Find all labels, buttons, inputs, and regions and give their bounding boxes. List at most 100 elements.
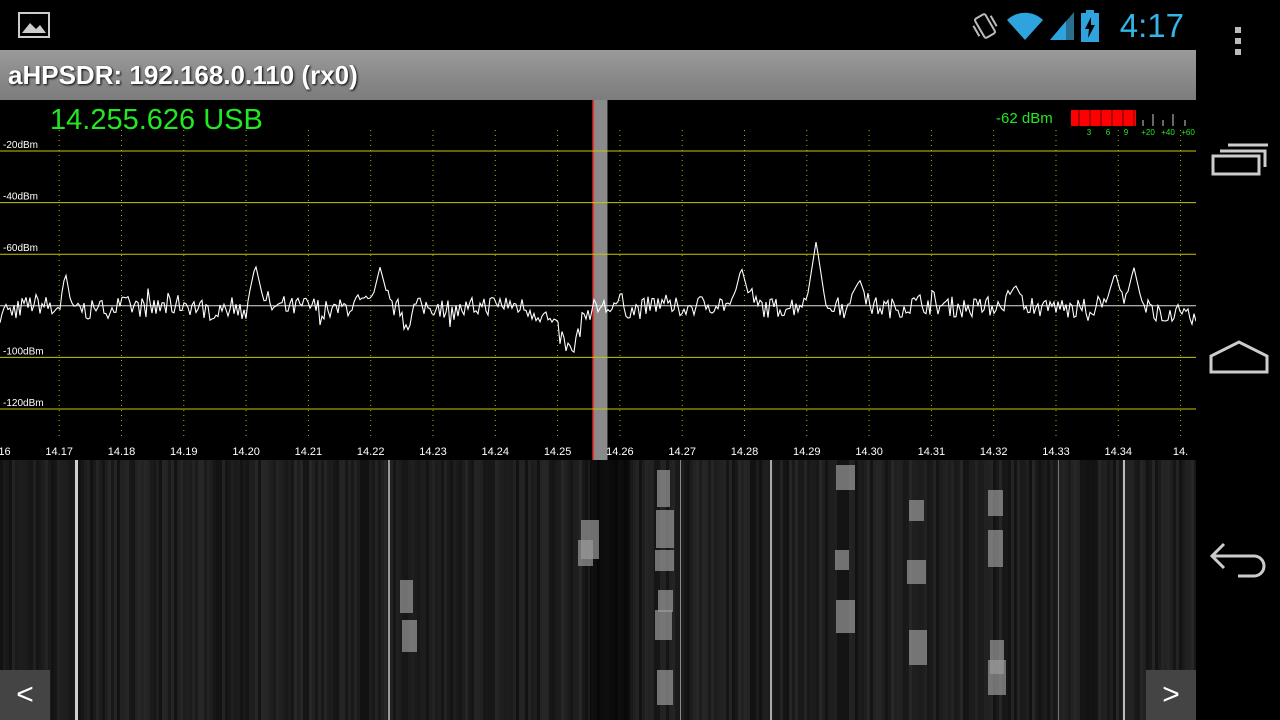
- waterfall-column: [735, 460, 738, 720]
- waterfall-column: [801, 460, 804, 720]
- freq-tick-label: 14.27: [668, 446, 696, 458]
- waterfall-column: [570, 460, 573, 720]
- waterfall-column: [207, 460, 210, 720]
- waterfall-column: [876, 460, 879, 720]
- waterfall-burst: [402, 620, 417, 652]
- waterfall-column: [177, 460, 180, 720]
- waterfall-column: [480, 460, 483, 720]
- waterfall-column: [1077, 460, 1080, 720]
- waterfall-display[interactable]: [0, 460, 1196, 720]
- overflow-menu-icon[interactable]: [1228, 24, 1248, 58]
- waterfall-column: [156, 460, 159, 720]
- waterfall-column: [426, 460, 429, 720]
- waterfall-column: [1041, 460, 1044, 720]
- waterfall-column: [708, 460, 711, 720]
- waterfall-column: [486, 460, 489, 720]
- waterfall-column: [90, 460, 93, 720]
- waterfall-column: [81, 460, 84, 720]
- smeter-label: +20: [1141, 128, 1155, 137]
- waterfall-column: [630, 460, 633, 720]
- smeter-label: +60: [1181, 128, 1195, 137]
- waterfall-column: [462, 460, 465, 720]
- band-down-button[interactable]: <: [0, 670, 50, 720]
- freq-tick-label: 14.33: [1042, 446, 1070, 458]
- waterfall-column: [1095, 460, 1098, 720]
- waterfall-burst: [400, 580, 413, 613]
- waterfall-column: [339, 460, 342, 720]
- waterfall-column: [1029, 460, 1032, 720]
- waterfall-column: [984, 460, 987, 720]
- waterfall-column: [372, 460, 375, 720]
- vibrate-icon: [972, 13, 998, 39]
- waterfall-column: [891, 460, 894, 720]
- waterfall-column: [291, 460, 294, 720]
- waterfall-column: [543, 460, 546, 720]
- db-label: -100dBm: [3, 346, 44, 357]
- waterfall-image[interactable]: [0, 460, 1196, 720]
- waterfall-column: [1131, 460, 1134, 720]
- waterfall-column: [810, 460, 813, 720]
- back-icon[interactable]: [1208, 538, 1270, 580]
- waterfall-column: [465, 460, 468, 720]
- band-up-button[interactable]: >: [1146, 670, 1196, 720]
- waterfall-column: [507, 460, 510, 720]
- waterfall-column: [873, 460, 876, 720]
- waterfall-column: [84, 460, 87, 720]
- db-label: -40dBm: [3, 192, 38, 203]
- home-icon[interactable]: [1208, 338, 1270, 378]
- freq-tick-label: 14.32: [980, 446, 1008, 458]
- freq-tick-label: 14.28: [731, 446, 759, 458]
- waterfall-column: [579, 460, 582, 720]
- waterfall-column: [417, 460, 420, 720]
- waterfall-carrier: [75, 460, 78, 720]
- freq-tick-label: 14.34: [1105, 446, 1133, 458]
- waterfall-column: [384, 460, 387, 720]
- freq-tick-label: 14.30: [855, 446, 883, 458]
- waterfall-column: [435, 460, 438, 720]
- waterfall-column: [1071, 460, 1074, 720]
- waterfall-column: [777, 460, 780, 720]
- waterfall-column: [87, 460, 90, 720]
- waterfall-column: [843, 460, 846, 720]
- waterfall-column: [219, 460, 222, 720]
- waterfall-column: [711, 460, 714, 720]
- waterfall-column: [489, 460, 492, 720]
- recent-apps-icon[interactable]: [1210, 140, 1270, 180]
- freq-tick-label: 14.19: [170, 446, 198, 458]
- freq-tick-label: 14.31: [918, 446, 946, 458]
- waterfall-column: [234, 460, 237, 720]
- waterfall-column: [162, 460, 165, 720]
- waterfall-burst: [657, 670, 673, 705]
- waterfall-column: [231, 460, 234, 720]
- waterfall-burst: [578, 540, 593, 566]
- waterfall-column: [528, 460, 531, 720]
- waterfall-column: [573, 460, 576, 720]
- waterfall-column: [786, 460, 789, 720]
- waterfall-column: [576, 460, 579, 720]
- waterfall-column: [105, 460, 108, 720]
- waterfall-column: [252, 460, 255, 720]
- waterfall-column: [240, 460, 243, 720]
- waterfall-column: [390, 460, 393, 720]
- waterfall-column: [1113, 460, 1116, 720]
- filter-passband: [592, 100, 608, 460]
- waterfall-column: [762, 460, 765, 720]
- spectrum-display[interactable]: -20dBm -40dBm -60dBm -100dBm -120dBm 14.16 14.…: [0, 100, 1196, 460]
- waterfall-column: [330, 460, 333, 720]
- waterfall-column: [945, 460, 948, 720]
- waterfall-column: [183, 460, 186, 720]
- app-title: aHPSDR: 192.168.0.110 (rx0): [8, 60, 358, 90]
- waterfall-column: [201, 460, 204, 720]
- waterfall-carrier: [388, 460, 390, 720]
- waterfall-column: [1047, 460, 1050, 720]
- waterfall-column: [318, 460, 321, 720]
- waterfall-column: [720, 460, 723, 720]
- waterfall-column: [1011, 460, 1014, 720]
- waterfall-column: [879, 460, 882, 720]
- waterfall-column: [951, 460, 954, 720]
- waterfall-column: [825, 460, 828, 720]
- spectrum-plot[interactable]: -20dBm -40dBm -60dBm -100dBm -120dBm 14.16 14.…: [0, 100, 1196, 460]
- waterfall-column: [1110, 460, 1113, 720]
- waterfall-column: [363, 460, 366, 720]
- waterfall-burst: [988, 660, 1006, 695]
